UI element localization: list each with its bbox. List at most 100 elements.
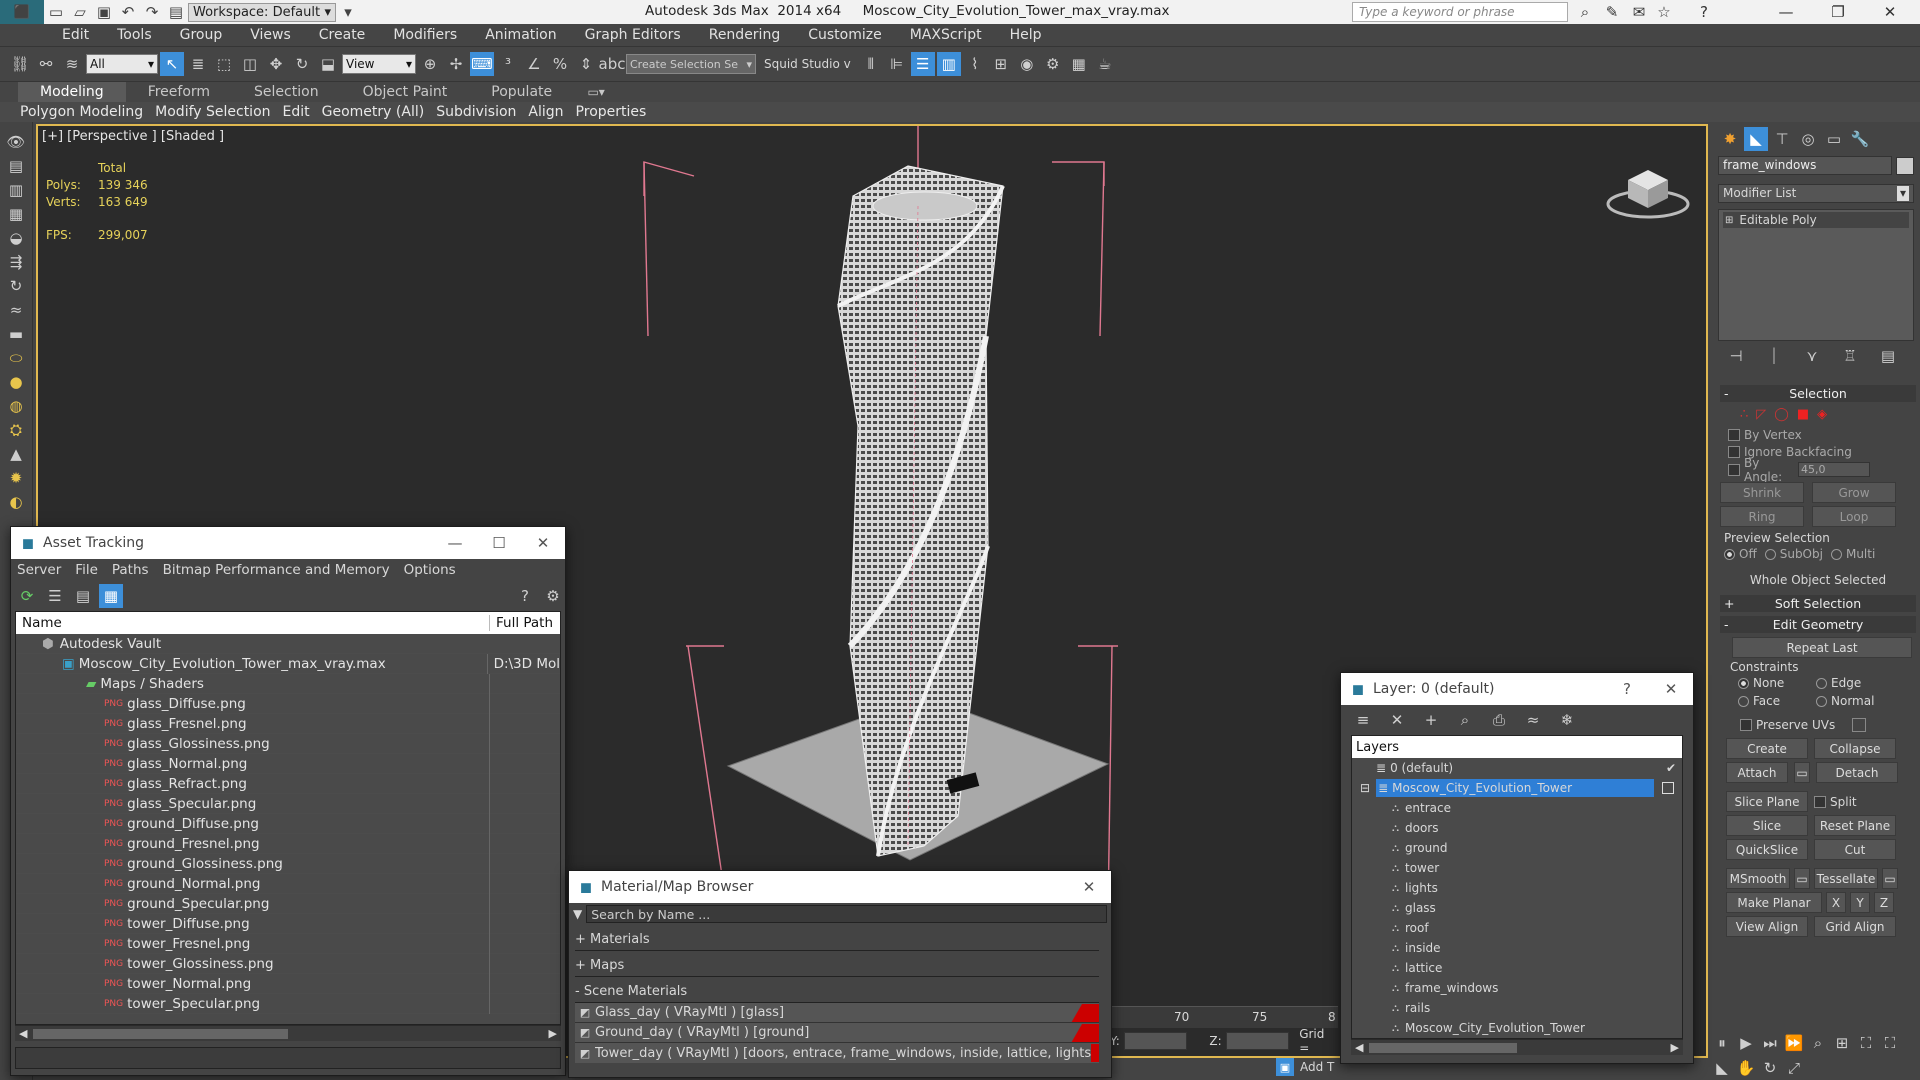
asset-menu-file[interactable]: File bbox=[75, 562, 98, 578]
constraint-face-radio[interactable] bbox=[1738, 695, 1749, 707]
checkmark-icon[interactable]: ✔ bbox=[1666, 761, 1676, 775]
menu-rendering[interactable]: Rendering bbox=[695, 24, 795, 46]
panel-modify-selection[interactable]: Modify Selection bbox=[149, 102, 276, 122]
attach-settings-icon[interactable]: ▭ bbox=[1794, 762, 1810, 783]
list-item[interactable]: PNG tower_Normal.png bbox=[16, 973, 560, 994]
asset-menu-server[interactable]: Server bbox=[17, 562, 61, 578]
scroll-right-icon[interactable]: ▶ bbox=[1671, 1041, 1679, 1054]
display-objects-icon[interactable]: ⬭ bbox=[4, 346, 28, 370]
menu-animation[interactable]: Animation bbox=[471, 24, 570, 46]
restore-icon[interactable]: ❐ bbox=[1826, 0, 1850, 24]
refresh-icon[interactable]: ⟳ bbox=[15, 584, 39, 608]
rendered-frame-icon[interactable]: ▦ bbox=[1067, 52, 1091, 76]
move-icon[interactable]: ✥ bbox=[264, 52, 288, 76]
attach-button[interactable]: Attach bbox=[1726, 762, 1788, 783]
detail-view-icon[interactable]: ▤ bbox=[71, 584, 95, 608]
display-bones-icon[interactable]: ◍ bbox=[4, 394, 28, 418]
modify-tab-icon[interactable]: ◣ bbox=[1744, 127, 1768, 151]
table-view-icon[interactable]: ▦ bbox=[99, 584, 123, 608]
layer-object-row[interactable]: ⛬ Moscow_City_Evolution_Tower bbox=[1352, 1018, 1682, 1038]
msmooth-button[interactable]: MSmooth bbox=[1726, 868, 1790, 889]
list-item[interactable]: ▰ Maps / Shaders bbox=[16, 673, 560, 694]
material-item-tower[interactable]: ◩ Tower_day ( VRayMtl ) [doors, entrace, … bbox=[575, 1043, 1099, 1063]
material-editor-icon[interactable]: ◉ bbox=[1015, 52, 1039, 76]
menu-views[interactable]: Views bbox=[236, 24, 305, 46]
hierarchy-tab-icon[interactable]: ⊤ bbox=[1770, 127, 1794, 151]
zoom-extents-all-icon[interactable]: ⛶ bbox=[1878, 1031, 1902, 1055]
border-mode-icon[interactable]: ◯ bbox=[1774, 407, 1789, 422]
edit-named-selection-icon[interactable]: abc bbox=[599, 52, 626, 76]
layer-horizontal-scrollbar[interactable]: ◀ ▶ bbox=[1351, 1039, 1683, 1055]
display-none-icon[interactable]: ▤ bbox=[4, 154, 28, 178]
shrink-button[interactable]: Shrink bbox=[1720, 482, 1804, 503]
pivot-center-icon[interactable]: ⊕ bbox=[418, 52, 442, 76]
edge-mode-icon[interactable]: ◸ bbox=[1756, 407, 1766, 422]
named-selection-dropdown[interactable]: Create Selection Se ▾ bbox=[626, 54, 756, 74]
app-logo[interactable]: ⬛ bbox=[0, 0, 44, 24]
preserve-uvs-settings-icon[interactable] bbox=[1852, 718, 1866, 732]
select-by-name-icon[interactable]: ≣ bbox=[186, 52, 210, 76]
soft-selection-rollout-header[interactable]: + Soft Selection bbox=[1720, 595, 1916, 612]
time-slider-track[interactable]: 70 75 8 bbox=[1112, 1006, 1338, 1028]
show-end-result-icon[interactable]: ⏐ bbox=[1762, 344, 1786, 368]
list-item[interactable]: PNG ground_Glossiness.png bbox=[16, 853, 560, 874]
msmooth-settings-icon[interactable]: ▭ bbox=[1794, 868, 1810, 889]
preview-multi-radio[interactable] bbox=[1830, 548, 1842, 560]
unlink-icon[interactable]: ⚯ bbox=[34, 52, 58, 76]
display-shapes-icon[interactable]: ▦ bbox=[4, 202, 28, 226]
next-frame-icon[interactable]: ⏭ bbox=[1758, 1031, 1782, 1055]
planar-y-button[interactable]: Y bbox=[1850, 892, 1870, 913]
horizontal-scrollbar[interactable]: ◀ ▶ bbox=[15, 1025, 561, 1041]
asset-menu-bitmap[interactable]: Bitmap Performance and Memory bbox=[163, 562, 390, 578]
slice-plane-button[interactable]: Slice Plane bbox=[1726, 791, 1808, 812]
panel-polygon-modeling[interactable]: Polygon Modeling bbox=[14, 102, 149, 122]
constraint-normal-radio[interactable] bbox=[1816, 695, 1827, 707]
ignore-backfacing-checkbox[interactable] bbox=[1728, 445, 1740, 458]
panel-subdivision[interactable]: Subdivision bbox=[430, 102, 522, 122]
lock-icon[interactable]: ▣ bbox=[1276, 1058, 1294, 1076]
maps-group[interactable]: + Maps bbox=[575, 955, 1099, 977]
list-view-icon[interactable]: ☰ bbox=[43, 584, 67, 608]
layer-object-row[interactable]: ⛬ lattice bbox=[1352, 958, 1682, 978]
menu-tools[interactable]: Tools bbox=[103, 24, 166, 46]
menu-modifiers[interactable]: Modifiers bbox=[379, 24, 471, 46]
tab-selection[interactable]: Selection bbox=[232, 82, 341, 102]
asset-tracking-titlebar[interactable]: ◼ Asset Tracking — ☐ ✕ bbox=[11, 527, 565, 559]
delete-layer-icon[interactable]: ✕ bbox=[1385, 708, 1409, 732]
pin-stack-icon[interactable]: ⊣ bbox=[1724, 344, 1748, 368]
spinner-snap-icon[interactable]: ⇕ bbox=[574, 52, 598, 76]
tab-object-paint[interactable]: Object Paint bbox=[341, 82, 470, 102]
render-icon[interactable]: ☕ bbox=[1093, 52, 1117, 76]
schematic-view-icon[interactable]: ⊞ bbox=[989, 52, 1013, 76]
zoom-icon[interactable]: ⌕ bbox=[1806, 1031, 1830, 1055]
polygon-mode-icon[interactable]: ■ bbox=[1797, 407, 1809, 422]
list-item[interactable]: PNG glass_Diffuse.png bbox=[16, 693, 560, 714]
repeat-last-button[interactable]: Repeat Last bbox=[1732, 637, 1912, 658]
render-setup-icon[interactable]: ⚙ bbox=[1041, 52, 1065, 76]
create-button[interactable]: Create bbox=[1726, 738, 1808, 759]
percent-snap-icon[interactable]: % bbox=[548, 52, 572, 76]
asset-menu-paths[interactable]: Paths bbox=[112, 562, 149, 578]
keyboard-shortcut-icon[interactable]: ⌨ bbox=[470, 52, 494, 76]
layer-object-row[interactable]: ⛬ frame_windows bbox=[1352, 978, 1682, 998]
minimize-icon[interactable]: — bbox=[1774, 0, 1798, 24]
material-browser-titlebar[interactable]: ◼ Material/Map Browser ✕ bbox=[569, 871, 1111, 903]
y-coordinate-input[interactable] bbox=[1123, 1032, 1188, 1050]
close-icon[interactable]: ✕ bbox=[1649, 680, 1693, 698]
preview-subobj-radio[interactable] bbox=[1764, 548, 1776, 560]
expand-icon[interactable]: ⊞ bbox=[1725, 215, 1733, 226]
reset-plane-button[interactable]: Reset Plane bbox=[1814, 815, 1896, 836]
object-color-swatch[interactable] bbox=[1896, 156, 1914, 175]
settings-icon[interactable]: ⚙ bbox=[541, 584, 565, 608]
link-icon[interactable]: ⛓ bbox=[8, 52, 32, 76]
layer-object-row[interactable]: ⛬ glass bbox=[1352, 898, 1682, 918]
panel-properties[interactable]: Properties bbox=[570, 102, 653, 122]
modifier-list-dropdown[interactable]: Modifier List ▾ bbox=[1718, 184, 1914, 203]
motion-tab-icon[interactable]: ◎ bbox=[1796, 127, 1820, 151]
menu-maxscript[interactable]: MAXScript bbox=[896, 24, 996, 46]
stack-item-editable-poly[interactable]: Editable Poly bbox=[1739, 213, 1816, 227]
display-spacewarps-icon[interactable]: ≈ bbox=[4, 298, 28, 322]
remove-modifier-icon[interactable]: ♖ bbox=[1838, 344, 1862, 368]
menu-group[interactable]: Group bbox=[166, 24, 237, 46]
tab-modeling[interactable]: Modeling bbox=[18, 82, 126, 102]
